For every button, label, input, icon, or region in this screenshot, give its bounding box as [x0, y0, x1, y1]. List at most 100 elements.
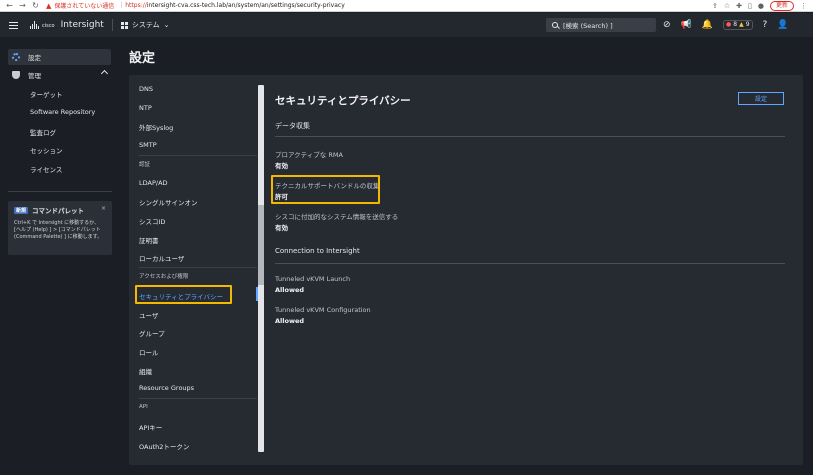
- subnav-group-api: API: [139, 404, 148, 410]
- insecure-label: 保護されていない通信: [54, 3, 115, 10]
- forward-icon[interactable]: →: [18, 1, 27, 10]
- subnav-item-smtp[interactable]: SMTP: [139, 141, 157, 149]
- subnav-item-ntp[interactable]: NTP: [139, 104, 152, 112]
- field-label-additional-info: シスコに付加的なシステム情報を送信する: [275, 213, 399, 221]
- check-circle-icon[interactable]: ⊘: [663, 20, 671, 30]
- subnav-item-groups[interactable]: グループ: [139, 328, 165, 338]
- warning-icon: ▲: [46, 1, 52, 10]
- megaphone-icon[interactable]: 📢: [681, 20, 692, 30]
- subnav-item-certificates[interactable]: 証明書: [139, 235, 159, 245]
- subnav-item-local-users[interactable]: ローカルユーザ: [139, 253, 184, 263]
- subnav-item-organizations[interactable]: 組織: [139, 366, 152, 376]
- reload-icon[interactable]: ↻: [31, 1, 40, 10]
- page-title: 設定: [129, 51, 156, 66]
- back-icon[interactable]: ←: [5, 1, 14, 10]
- user-icon[interactable]: 👤: [777, 20, 788, 30]
- subnav-item-sso[interactable]: シングルサインオン: [139, 197, 198, 207]
- bell-icon[interactable]: 🔔: [702, 20, 713, 30]
- close-icon[interactable]: ×: [101, 205, 106, 212]
- context-switcher[interactable]: システム ⌄: [120, 20, 170, 30]
- critical-alarm-count: 8: [733, 21, 738, 28]
- update-button[interactable]: 更新: [769, 1, 794, 11]
- search-input[interactable]: [検索 (Search) ]: [546, 18, 656, 32]
- settings-panel: DNS NTP 外部Syslog SMTP 認証 LDAP/AD シングルサイン…: [129, 75, 803, 465]
- section-data-collection: データ収集: [275, 122, 310, 130]
- search-placeholder: [検索 (Search) ]: [563, 22, 613, 30]
- sidebar: 設定 管理 ターゲット Software Repository 監査ログ セッシ…: [0, 38, 118, 475]
- sidebar-item-software-repository[interactable]: Software Repository: [30, 108, 95, 116]
- cisco-wordmark: cisco: [42, 23, 55, 29]
- browser-toolbar: ← → ↻ ▲ 保護されていない通信 | https:// intersight…: [0, 0, 813, 12]
- sidebar-item-label: 設定: [28, 54, 41, 62]
- subnav-item-users[interactable]: ユーザ: [139, 310, 158, 320]
- subnav-group-access: アクセスおよび権限: [139, 274, 189, 280]
- bookmark-star-icon[interactable]: ☆: [724, 2, 730, 10]
- search-icon: [552, 22, 558, 28]
- share-icon[interactable]: ⇪: [712, 2, 718, 10]
- settings-subnav: DNS NTP 外部Syslog SMTP 認証 LDAP/AD シングルサイン…: [135, 83, 259, 460]
- warning-alarm-count: 9: [745, 21, 750, 28]
- subnav-item-syslog[interactable]: 外部Syslog: [139, 122, 173, 132]
- new-badge: 新規: [14, 206, 29, 214]
- shield-icon: [12, 71, 20, 79]
- subnav-item-cisco-id[interactable]: シスコID: [139, 216, 165, 226]
- field-label-vkvm-config: Tunneled vKVM Configuration: [275, 306, 371, 314]
- context-label: システム: [131, 21, 160, 29]
- sidebar-item-admin[interactable]: 管理: [8, 67, 111, 83]
- field-value-additional-info: 有効: [275, 224, 288, 232]
- sidebar-item-sessions[interactable]: セッション: [30, 145, 63, 155]
- gear-icon: [12, 53, 20, 61]
- section-connection: Connection to Intersight: [275, 247, 360, 255]
- command-palette-tip: 新規 コマンドパレット × Ctrl+K で Intersight に移動するか…: [8, 201, 112, 255]
- field-label-proactive-rma: プロアクティブな RMA: [275, 151, 343, 159]
- intersight-logo[interactable]: cisco Intersight: [30, 20, 104, 30]
- settings-button[interactable]: 設定: [738, 92, 784, 105]
- palette-description: Ctrl+K で Intersight に移動するか、[ヘルプ (Help) ]…: [14, 220, 103, 240]
- subnav-item-roles[interactable]: ロール: [139, 347, 159, 357]
- menu-icon[interactable]: [9, 21, 18, 29]
- critical-alarm-icon: ●: [725, 21, 732, 28]
- extensions-icon[interactable]: ✚: [736, 2, 742, 10]
- help-icon[interactable]: ?: [763, 20, 768, 30]
- sidebar-item-licenses[interactable]: ライセンス: [30, 164, 62, 174]
- sidebar-item-audit-log[interactable]: 監査ログ: [30, 127, 56, 137]
- profile-icon[interactable]: ●: [758, 2, 764, 10]
- content-title: セキュリティとプライバシー: [275, 95, 411, 107]
- address-bar[interactable]: ▲ 保護されていない通信 | https:// intersight-cva.c…: [46, 1, 345, 11]
- subnav-divider: [139, 267, 257, 268]
- highlight-box-tech-support: [271, 175, 380, 204]
- brand-name: Intersight: [60, 20, 104, 30]
- subnav-item-oauth2-tokens[interactable]: OAuth2トークン: [139, 441, 189, 451]
- alarm-badge[interactable]: ● 8 ▲ 9: [722, 20, 753, 30]
- subnav-item-resource-groups[interactable]: Resource Groups: [139, 384, 194, 392]
- address-separator: |: [120, 2, 123, 9]
- subnav-item-dns[interactable]: DNS: [139, 85, 153, 93]
- url-scheme: https://: [125, 2, 147, 9]
- browser-menu-icon[interactable]: ⋮: [800, 2, 807, 10]
- field-value-vkvm-launch: Allowed: [275, 286, 305, 294]
- chevron-up-icon: [100, 69, 109, 78]
- chevron-down-icon: ⌄: [163, 21, 170, 29]
- scrollbar-thumb[interactable]: [258, 205, 264, 285]
- sidebar-divider: [8, 191, 112, 192]
- grid-icon: [120, 21, 128, 29]
- subnav-item-ldap[interactable]: LDAP/AD: [139, 179, 168, 187]
- warning-alarm-icon: ▲: [739, 21, 744, 28]
- cisco-logo-icon: cisco: [30, 21, 55, 29]
- subnav-divider: [139, 155, 257, 156]
- field-value-vkvm-config: Allowed: [275, 317, 305, 325]
- palette-title: コマンドパレット: [32, 207, 85, 215]
- subnav-group-auth: 認証: [139, 162, 151, 168]
- subnav-item-api-keys[interactable]: APIキー: [139, 422, 162, 432]
- subnav-divider: [139, 398, 257, 399]
- subnav-scrollbar[interactable]: [258, 85, 264, 452]
- section-divider: [275, 136, 785, 137]
- field-label-vkvm-launch: Tunneled vKVM Launch: [275, 275, 351, 283]
- field-value-proactive-rma: 有効: [275, 162, 288, 170]
- sidepanel-icon[interactable]: ▯: [748, 2, 752, 10]
- sidebar-item-targets[interactable]: ターゲット: [30, 89, 63, 99]
- highlight-box-security-privacy: [135, 285, 232, 304]
- app-header: cisco Intersight システム ⌄ [検索 (Search) ] ⊘…: [0, 13, 813, 37]
- sidebar-item-label: 管理: [28, 72, 41, 80]
- sidebar-item-settings[interactable]: 設定: [8, 49, 111, 65]
